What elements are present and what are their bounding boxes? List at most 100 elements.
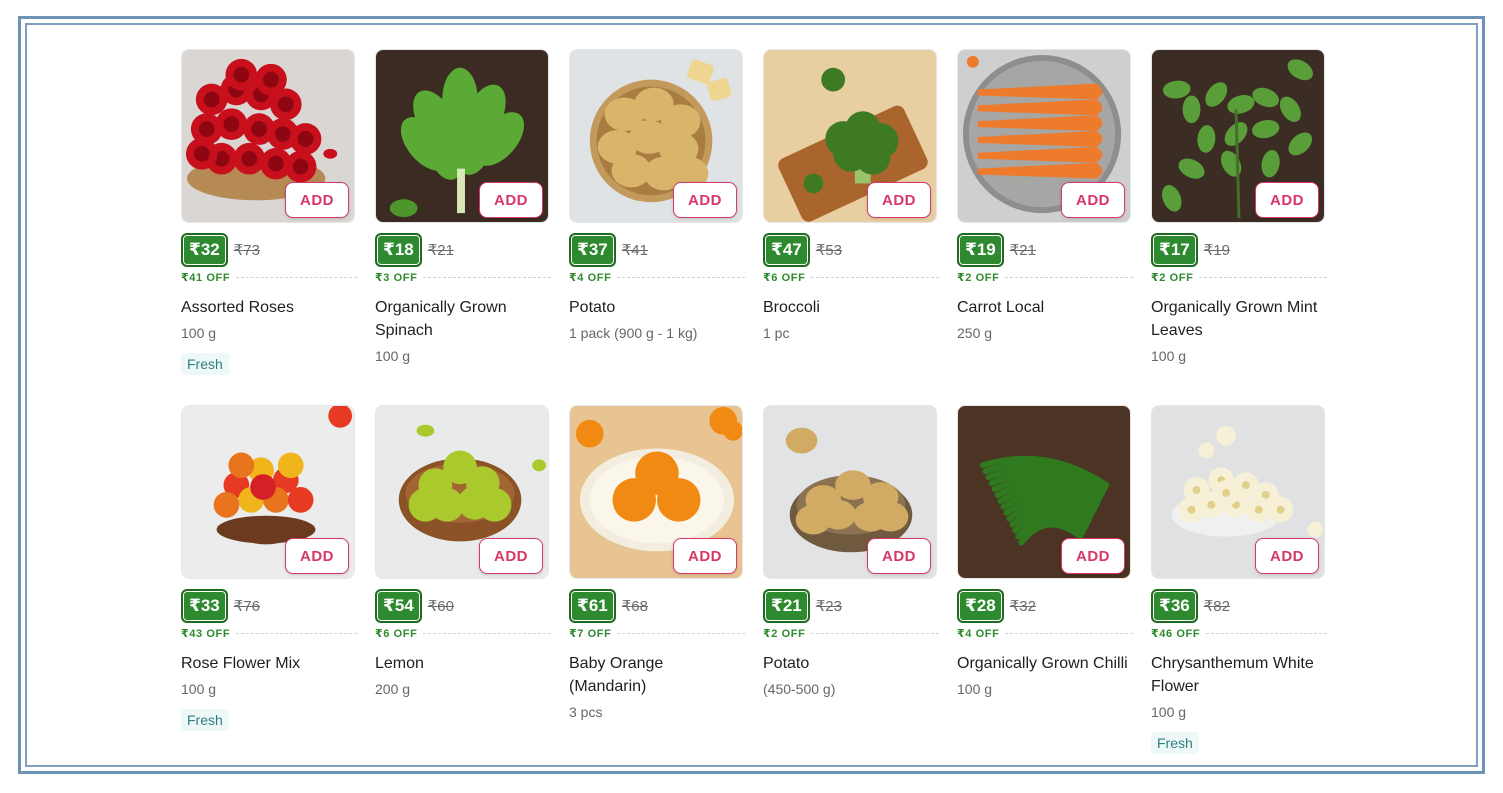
price-badge: ₹36	[1151, 588, 1198, 623]
product-card[interactable]: ADD ₹36 ₹82 ₹46 OFF Chrysanthemum White …	[1151, 405, 1327, 754]
discount-row: ₹3 OFF	[375, 271, 551, 284]
add-to-cart-button[interactable]: ADD	[1061, 182, 1125, 218]
mrp-price: ₹23	[815, 597, 842, 615]
price-badge: ₹47	[763, 232, 810, 267]
product-name[interactable]: Baby Orange (Mandarin)	[569, 652, 745, 698]
mrp-price: ₹53	[815, 241, 842, 259]
product-image[interactable]: ADD	[1151, 49, 1325, 223]
discount-row: ₹2 OFF	[957, 271, 1133, 284]
divider	[1206, 632, 1327, 634]
discount-label: ₹41 OFF	[181, 271, 231, 284]
product-name[interactable]: Assorted Roses	[181, 296, 357, 319]
add-to-cart-button[interactable]: ADD	[285, 538, 349, 574]
product-image[interactable]: ADD	[957, 49, 1131, 223]
product-name[interactable]: Rose Flower Mix	[181, 652, 357, 675]
discount-label: ₹2 OFF	[1151, 271, 1194, 284]
product-image[interactable]: ADD	[569, 405, 743, 579]
price-badge: ₹28	[957, 588, 1004, 623]
product-quantity: 200 g	[375, 681, 411, 697]
add-to-cart-button[interactable]: ADD	[673, 182, 737, 218]
add-to-cart-button[interactable]: ADD	[479, 182, 543, 218]
product-quantity: 100 g	[957, 681, 993, 697]
discount-row: ₹4 OFF	[957, 627, 1133, 640]
mrp-price: ₹21	[427, 241, 454, 259]
product-card[interactable]: ADD ₹28 ₹32 ₹4 OFF Organically Grown Chi…	[957, 405, 1133, 745]
product-name[interactable]: Organically Grown Mint Leaves	[1151, 296, 1327, 342]
add-to-cart-button[interactable]: ADD	[673, 538, 737, 574]
add-to-cart-button[interactable]: ADD	[1255, 182, 1319, 218]
add-to-cart-button[interactable]: ADD	[479, 538, 543, 574]
product-image[interactable]: ADD	[957, 405, 1131, 579]
product-card[interactable]: ADD ₹17 ₹19 ₹2 OFF Organically Grown Min…	[1151, 49, 1327, 389]
discount-label: ₹43 OFF	[181, 627, 231, 640]
product-image[interactable]: ADD	[181, 405, 355, 579]
product-name[interactable]: Organically Grown Spinach	[375, 296, 551, 342]
price-badge: ₹54	[375, 588, 422, 623]
mrp-price: ₹32	[1009, 597, 1036, 615]
product-name[interactable]: Lemon	[375, 652, 551, 675]
product-quantity: 100 g	[375, 348, 411, 364]
product-row: ADD ₹33 ₹76 ₹43 OFF Rose Flower Mix 100 …	[181, 405, 1331, 754]
mrp-price: ₹41	[621, 241, 648, 259]
mrp-price: ₹68	[621, 597, 648, 615]
product-name[interactable]: Carrot Local	[957, 296, 1133, 319]
add-to-cart-button[interactable]: ADD	[1255, 538, 1319, 574]
product-card[interactable]: ADD ₹18 ₹21 ₹3 OFF Organically Grown Spi…	[375, 49, 551, 389]
product-quantity: 1 pack (900 g - 1 kg)	[569, 325, 698, 341]
price-row: ₹54 ₹60	[375, 587, 551, 624]
fresh-tag: Fresh	[181, 709, 229, 731]
product-image[interactable]: ADD	[375, 49, 549, 223]
product-name[interactable]: Potato	[569, 296, 745, 319]
discount-row: ₹4 OFF	[569, 271, 745, 284]
product-image[interactable]: ADD	[569, 49, 743, 223]
product-name[interactable]: Potato	[763, 652, 939, 675]
product-card[interactable]: ADD ₹54 ₹60 ₹6 OFF Lemon 200 g	[375, 405, 551, 745]
product-card[interactable]: ADD ₹61 ₹68 ₹7 OFF Baby Orange (Mandarin…	[569, 405, 745, 745]
add-to-cart-button[interactable]: ADD	[285, 182, 349, 218]
product-quantity: (450-500 g)	[763, 681, 836, 697]
product-image[interactable]: ADD	[181, 49, 355, 223]
mrp-price: ₹60	[427, 597, 454, 615]
product-quantity: 100 g	[181, 325, 217, 341]
product-card[interactable]: ADD ₹21 ₹23 ₹2 OFF Potato (450-500 g)	[763, 405, 939, 745]
discount-label: ₹4 OFF	[957, 627, 1000, 640]
product-row: ADD ₹32 ₹73 ₹41 OFF Assorted Roses 100 g…	[181, 49, 1331, 389]
discount-row: ₹41 OFF	[181, 271, 357, 284]
product-card[interactable]: ADD ₹32 ₹73 ₹41 OFF Assorted Roses 100 g…	[181, 49, 357, 389]
price-row: ₹47 ₹53	[763, 231, 939, 268]
product-image[interactable]: ADD	[763, 405, 937, 579]
discount-row: ₹43 OFF	[181, 627, 357, 640]
discount-label: ₹7 OFF	[569, 627, 612, 640]
product-card[interactable]: ADD ₹19 ₹21 ₹2 OFF Carrot Local 250 g	[957, 49, 1133, 389]
product-name[interactable]: Organically Grown Chilli	[957, 652, 1133, 675]
add-to-cart-button[interactable]: ADD	[1061, 538, 1125, 574]
product-name[interactable]: Broccoli	[763, 296, 939, 319]
product-card[interactable]: ADD ₹33 ₹76 ₹43 OFF Rose Flower Mix 100 …	[181, 405, 357, 745]
price-badge: ₹61	[569, 588, 616, 623]
product-image[interactable]: ADD	[763, 49, 937, 223]
product-quantity: 3 pcs	[569, 704, 603, 720]
add-to-cart-button[interactable]: ADD	[867, 182, 931, 218]
divider	[811, 632, 939, 634]
divider	[236, 632, 357, 634]
price-row: ₹36 ₹82	[1151, 587, 1327, 624]
add-to-cart-button[interactable]: ADD	[867, 538, 931, 574]
product-card[interactable]: ADD ₹47 ₹53 ₹6 OFF Broccoli 1 pc	[763, 49, 939, 389]
product-image[interactable]: ADD	[1151, 405, 1325, 579]
price-row: ₹17 ₹19	[1151, 231, 1327, 268]
product-quantity: 1 pc	[763, 325, 790, 341]
price-badge: ₹18	[375, 232, 422, 267]
price-badge: ₹19	[957, 232, 1004, 267]
fresh-tag: Fresh	[181, 353, 229, 375]
product-name[interactable]: Chrysanthemum White Flower	[1151, 652, 1327, 698]
discount-row: ₹2 OFF	[763, 627, 939, 640]
price-row: ₹28 ₹32	[957, 587, 1133, 624]
discount-row: ₹6 OFF	[763, 271, 939, 284]
divider	[423, 632, 551, 634]
divider	[236, 276, 357, 278]
mrp-price: ₹19	[1203, 241, 1230, 259]
divider	[1005, 632, 1133, 634]
discount-label: ₹3 OFF	[375, 271, 418, 284]
product-image[interactable]: ADD	[375, 405, 549, 579]
product-card[interactable]: ADD ₹37 ₹41 ₹4 OFF Potato 1 pack (900 g …	[569, 49, 745, 389]
